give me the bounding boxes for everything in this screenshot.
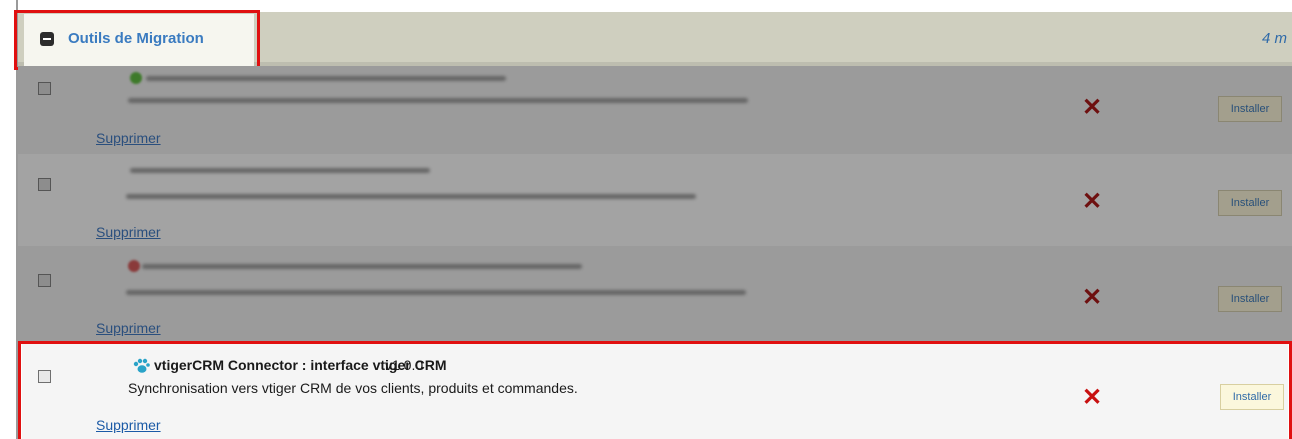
install-button[interactable]: Installer (1218, 190, 1282, 216)
highlight-box-section (14, 10, 260, 70)
module-icon (128, 260, 140, 272)
module-icon (130, 72, 142, 84)
delete-link[interactable]: Supprimer (96, 320, 161, 336)
module-row: Supprimer ✕ Installer (18, 154, 1292, 246)
blurred-module-description (126, 290, 746, 295)
red-x-icon[interactable]: ✕ (1082, 96, 1102, 120)
module-checkbox[interactable] (38, 82, 51, 95)
delete-link[interactable]: Supprimer (96, 130, 161, 146)
blurred-module-description (126, 194, 696, 199)
blurred-module-title (146, 76, 506, 81)
red-x-icon[interactable]: ✕ (1082, 190, 1102, 214)
red-x-icon[interactable]: ✕ (1082, 286, 1102, 310)
module-checkbox[interactable] (38, 274, 51, 287)
module-count: 4 m (1262, 30, 1288, 47)
blurred-module-description (128, 98, 748, 103)
blurred-module-title (142, 264, 582, 269)
highlight-box-module (18, 341, 1292, 439)
install-button[interactable]: Installer (1218, 286, 1282, 312)
install-button[interactable]: Installer (1218, 96, 1282, 122)
module-checkbox[interactable] (38, 178, 51, 191)
module-row: Supprimer ✕ Installer (18, 66, 1292, 154)
delete-link[interactable]: Supprimer (96, 224, 161, 240)
blurred-module-title (130, 168, 430, 173)
module-row: Supprimer ✕ Installer (18, 246, 1292, 342)
